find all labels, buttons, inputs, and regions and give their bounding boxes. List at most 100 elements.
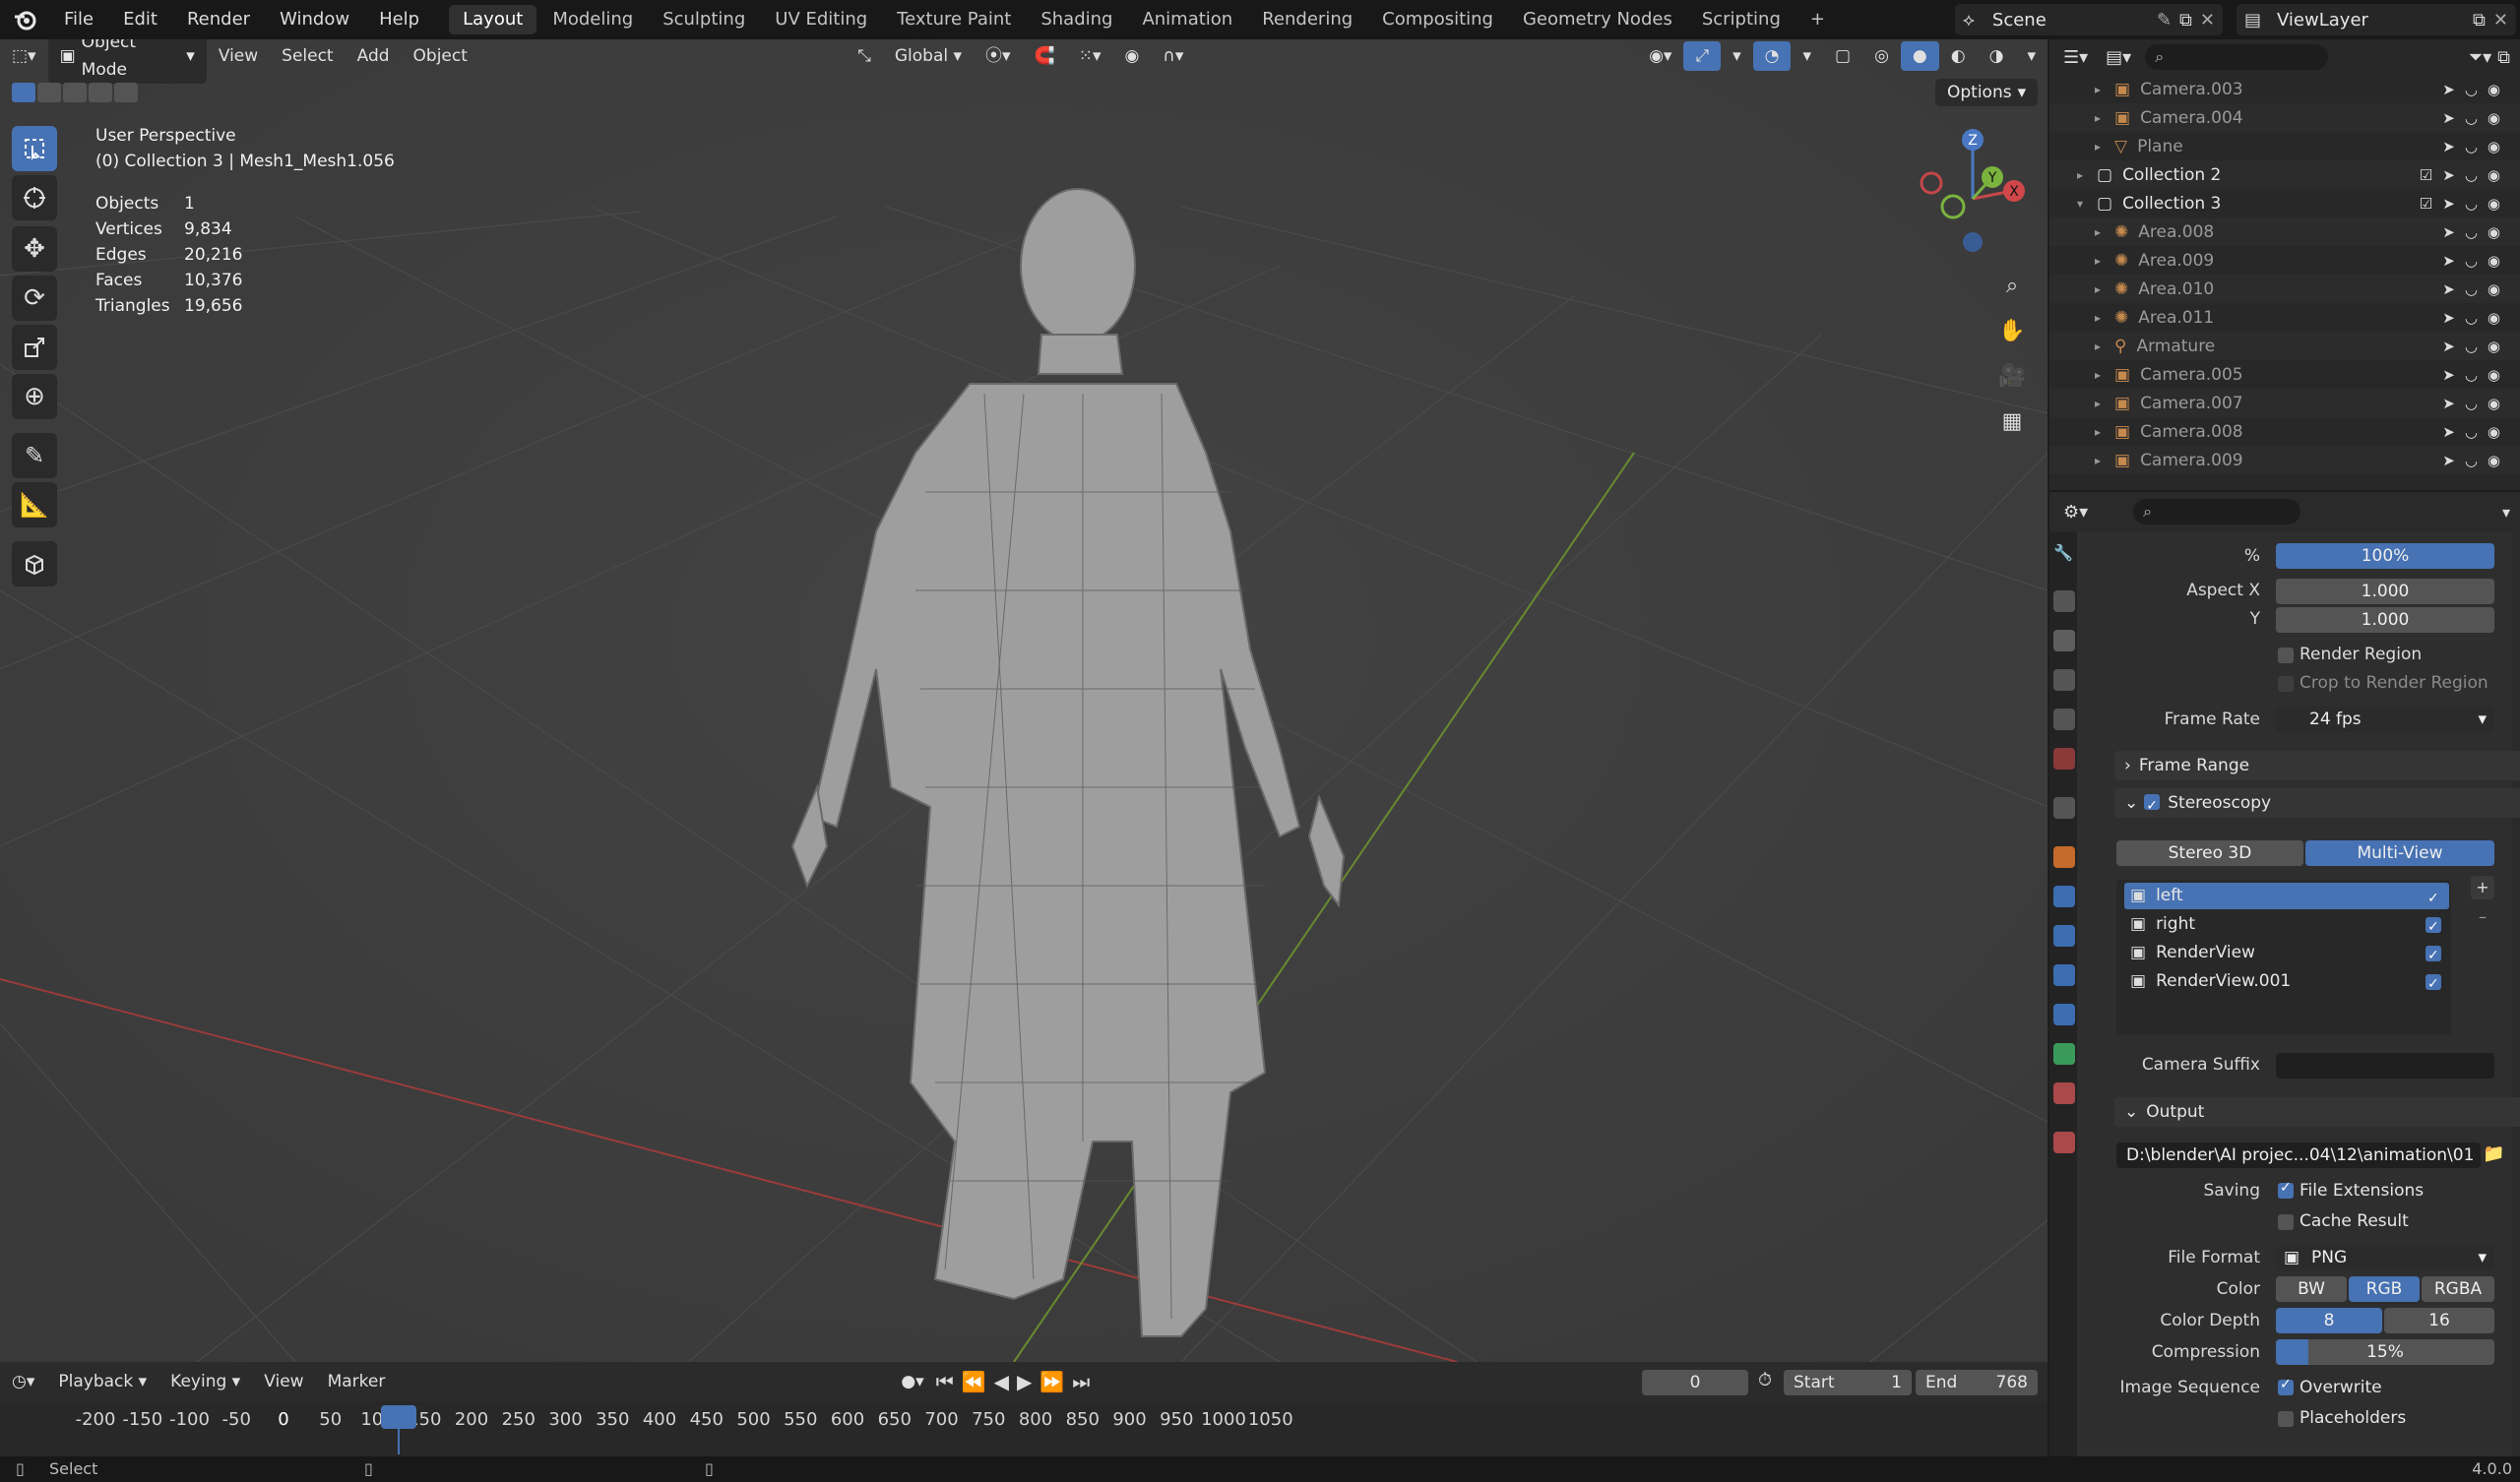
select-invert-icon[interactable] (89, 83, 112, 102)
restriction-toggles[interactable]: ➤◡◉ (2442, 252, 2510, 270)
menu-keying[interactable]: Keying ▾ (158, 1367, 252, 1396)
tool-tab-icon[interactable]: 🔧 (2053, 543, 2075, 565)
remove-view-button[interactable]: – (2471, 905, 2494, 929)
overlay-toggle-icon[interactable]: ◔ (1752, 41, 1792, 71)
menu-file[interactable]: File (49, 0, 108, 39)
measure-tool-icon[interactable]: 📐 (12, 482, 57, 527)
tab-shading[interactable]: Shading (1027, 5, 1126, 34)
menu-object[interactable]: Object (402, 41, 479, 71)
tab-modeling[interactable]: Modeling (538, 5, 647, 34)
stereo-3d-button[interactable]: Stereo 3D (2116, 840, 2303, 866)
color-rgb-button[interactable]: RGB (2349, 1276, 2420, 1302)
gizmo-toggle-icon[interactable]: ⤢ (1683, 41, 1722, 71)
view-list-item[interactable]: ▣ RenderView.001 (2124, 968, 2449, 998)
placeholders-checkbox[interactable] (2278, 1411, 2294, 1427)
restriction-toggles[interactable]: ☑➤◡◉ (2420, 166, 2510, 184)
restriction-toggles[interactable]: ➤◡◉ (2442, 423, 2510, 441)
outliner-editor-icon[interactable]: ☰▾ (2063, 47, 2088, 68)
playhead[interactable] (381, 1405, 416, 1429)
crop-region-checkbox[interactable] (2278, 676, 2294, 692)
scale-tool-icon[interactable] (12, 325, 57, 370)
outliner-row[interactable]: ▸ ▣ Camera.007 ➤◡◉ (2049, 389, 2520, 417)
falloff-icon[interactable]: ∩▾ (1151, 41, 1195, 71)
outliner-row[interactable]: ▸ ▣ Camera.003 ➤◡◉ (2049, 75, 2520, 103)
outliner-row[interactable]: ▾ ▢ Collection 3 ☑➤◡◉ (2049, 189, 2520, 217)
select-subtract-icon[interactable] (63, 83, 87, 102)
outliner-row[interactable]: ▸ ✺ Area.009 ➤◡◉ (2049, 246, 2520, 275)
add-view-button[interactable]: + (2471, 876, 2494, 899)
stopwatch-icon[interactable]: ⏱ (1758, 1370, 1772, 1390)
tab-animation[interactable]: Animation (1128, 5, 1246, 34)
tab-uv-editing[interactable]: UV Editing (761, 5, 881, 34)
mode-dropdown[interactable]: ▣ Object Mode ▾ (47, 39, 207, 84)
tab-compositing[interactable]: Compositing (1368, 5, 1507, 34)
orientation-dropdown[interactable]: Global ▾ (883, 41, 974, 71)
output-tab-icon[interactable] (2053, 630, 2075, 651)
particles-tab-icon[interactable] (2053, 925, 2075, 947)
playback-controls[interactable]: ⏮⏪◀▶⏩⏭ (936, 1370, 1099, 1393)
physics-tab-icon[interactable] (2053, 964, 2075, 986)
properties-search-input[interactable]: ⌕ (2133, 499, 2301, 525)
properties-editor-icon[interactable]: ⚙▾ (2063, 502, 2088, 523)
view-list-item[interactable]: ▣ right (2124, 911, 2449, 941)
filter-icon[interactable]: ⏷▾ (2469, 47, 2491, 68)
expand-icon[interactable]: ▸ (2095, 311, 2109, 325)
folder-icon[interactable]: 📁 (2483, 1143, 2504, 1164)
navigation-gizmo[interactable]: Z Y X (1910, 126, 2028, 254)
material-tab-icon[interactable] (2053, 1082, 2075, 1104)
restriction-toggles[interactable]: ➤◡◉ (2442, 81, 2510, 98)
expand-icon[interactable]: ▸ (2095, 340, 2109, 353)
render-region-checkbox[interactable] (2278, 648, 2294, 663)
restriction-toggles[interactable]: ➤◡◉ (2442, 280, 2510, 298)
expand-icon[interactable]: ▸ (2077, 168, 2091, 182)
view-enabled-checkbox[interactable] (2426, 943, 2441, 969)
blender-logo-icon[interactable] (0, 9, 49, 31)
modifier-tab-icon[interactable] (2053, 886, 2075, 907)
tab-rendering[interactable]: Rendering (1248, 5, 1366, 34)
outliner-row[interactable]: ▸ ▽ Plane ➤◡◉ (2049, 132, 2520, 160)
resolution-percent-field[interactable]: 100% (2276, 543, 2494, 569)
expand-icon[interactable]: ▸ (2095, 83, 2109, 96)
xray-icon[interactable]: ▢ (1823, 41, 1862, 71)
menu-add[interactable]: Add (346, 41, 402, 71)
view-enabled-checkbox[interactable] (2426, 971, 2441, 998)
overwrite-checkbox[interactable] (2278, 1377, 2294, 1395)
stereoscopy-section[interactable]: ⌄ Stereoscopy (2114, 788, 2520, 821)
tab-geometry-nodes[interactable]: Geometry Nodes (1509, 5, 1686, 34)
cursor-tool-icon[interactable] (12, 175, 57, 220)
outliner-row[interactable]: ▸ ▣ Camera.004 ➤◡◉ (2049, 103, 2520, 132)
menu-render[interactable]: Render (172, 0, 265, 39)
rendered-shading-icon[interactable]: ◑ (1978, 41, 2016, 71)
annotate-tool-icon[interactable]: ✎ (12, 433, 57, 478)
restriction-toggles[interactable]: ➤◡◉ (2442, 223, 2510, 241)
add-workspace-icon[interactable]: + (1796, 5, 1839, 34)
compression-slider[interactable]: 15% (2276, 1339, 2494, 1365)
scene-selector[interactable]: ⟡ Scene ✎ ⧉ ✕ (1955, 4, 2223, 35)
camera-view-icon[interactable]: 🎥 (1992, 356, 2032, 396)
perspective-toggle-icon[interactable]: ▦ (1992, 401, 2032, 441)
visibility-icon[interactable]: ◉▾ (1637, 41, 1683, 71)
editor-type-icon[interactable]: ⬚▾ (0, 41, 48, 71)
scene-tab-icon[interactable] (2053, 709, 2075, 730)
close-icon[interactable]: ✕ (2493, 10, 2508, 31)
frame-range-section[interactable]: › Frame Range (2114, 751, 2520, 780)
texture-tab-icon[interactable] (2053, 1132, 2075, 1153)
restriction-toggles[interactable]: ➤◡◉ (2442, 366, 2510, 384)
restriction-toggles[interactable]: ➤◡◉ (2442, 309, 2510, 327)
constraints-tab-icon[interactable] (2053, 1004, 2075, 1025)
view-list-item[interactable]: ▣ RenderView (2124, 940, 2449, 969)
menu-select[interactable]: Select (270, 41, 345, 71)
collection-tab-icon[interactable] (2053, 797, 2075, 819)
stereoscopy-checkbox[interactable] (2144, 791, 2161, 821)
view-enabled-checkbox[interactable] (2426, 914, 2441, 941)
timeline-ruler[interactable]: -200 -150 -100 -50 0 50 100 150 200 250 300 350 400 4… (0, 1401, 2048, 1456)
tab-scripting[interactable]: Scripting (1688, 5, 1795, 34)
expand-icon[interactable]: ▸ (2095, 454, 2109, 467)
new-scene-icon[interactable]: ⧉ (2179, 10, 2192, 31)
output-path-field[interactable]: D:\blender\AI projec...04\12\animation\0… (2116, 1142, 2481, 1168)
data-tab-icon[interactable] (2053, 1043, 2075, 1065)
transform-tool-icon[interactable]: ⊕ (12, 374, 57, 419)
render-tab-icon[interactable] (2053, 590, 2075, 612)
zoom-icon[interactable]: ⌕ (1992, 266, 2032, 305)
aspect-y-field[interactable]: 1.000 (2276, 607, 2494, 633)
